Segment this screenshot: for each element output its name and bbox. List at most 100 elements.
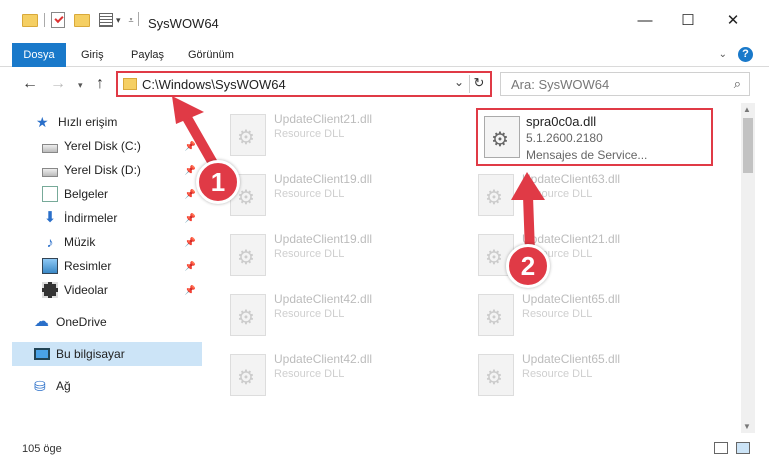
file-item[interactable]: UpdateClient19.dll Resource DLL [222,226,457,286]
search-icon[interactable]: ⌕ [734,76,741,92]
recent-locations-icon[interactable]: ▾ [78,80,83,91]
tab-view[interactable]: Görünüm [188,43,234,67]
properties-icon[interactable] [99,13,113,27]
file-name: UpdateClient42.dll [274,352,373,366]
sidebar-item-label: Videolar [64,283,108,297]
pin-icon[interactable]: 📌 [185,285,196,296]
file-item[interactable]: UpdateClient63.dll Resource DLL [470,166,705,226]
sidebar-item-pictures[interactable]: Resimler 📌 [0,254,202,278]
file-name: UpdateClient21.dll [522,232,621,246]
file-description: Resource DLL [274,248,345,260]
network-icon: ⛁ [34,378,46,394]
properties-check-icon[interactable] [51,12,65,28]
star-icon: ★ [36,114,49,130]
sidebar-item-label: Yerel Disk (C:) [64,139,141,153]
file-item[interactable]: UpdateClient65.dll Resource DLL [470,346,705,406]
pictures-icon [42,258,58,274]
tab-file[interactable]: Dosya [12,43,66,67]
scroll-up-icon[interactable]: ▲ [743,105,751,114]
video-icon [42,282,58,298]
forward-button[interactable]: → [50,75,66,93]
music-icon: ♪ [46,234,54,250]
address-bar[interactable]: C:\Windows\SysWOW64 ⌄ ↻ [116,71,492,97]
file-name: UpdateClient21.dll [274,112,373,126]
chevron-down-icon[interactable]: ⌄ [719,49,727,60]
vertical-scrollbar[interactable]: ▲ ▼ [741,103,755,433]
file-description: Resource DLL [522,368,593,380]
file-description: Resource DLL [274,368,345,380]
window-title: SysWOW64 [148,16,219,31]
chevron-down-icon[interactable]: ▾ [116,15,121,26]
file-name: UpdateClient19.dll [274,172,373,186]
pin-icon[interactable]: 📌 [185,165,196,176]
sidebar-item-label: Belgeler [64,187,109,201]
minimize-button[interactable]: — [630,10,660,30]
sidebar-item-label: Resimler [64,259,112,273]
separator [138,12,139,26]
dll-file-icon [484,116,520,158]
sidebar-item-documents[interactable]: Belgeler 📌 [0,182,202,206]
sidebar-item-quick-access[interactable]: ★ Hızlı erişim [0,110,202,134]
sidebar-item-label: OneDrive [56,315,107,329]
file-name: UpdateClient63.dll [522,172,621,186]
file-item[interactable]: UpdateClient65.dll Resource DLL [470,286,705,346]
file-name: UpdateClient65.dll [522,352,621,366]
tab-share[interactable]: Paylaş [131,43,164,67]
sidebar-item-music[interactable]: ♪ Müzik 📌 [0,230,202,254]
download-icon: ⬇ [43,209,57,226]
pin-icon[interactable]: 📌 [185,189,196,200]
sidebar-item-downloads[interactable]: ⬇ İndirmeler 📌 [0,206,202,230]
maximize-button[interactable]: ☐ [673,10,703,30]
highlighted-file-item[interactable]: spra0c0a.dll 5.1.2600.2180 Mensajes de S… [476,108,713,166]
sidebar-item-videos[interactable]: Videolar 📌 [0,278,202,302]
drive-icon [42,167,58,177]
file-description: Mensajes de Service... [526,148,648,162]
help-icon[interactable]: ? [738,47,753,62]
sidebar-item-onedrive[interactable]: ☁ OneDrive [0,310,202,334]
dll-file-icon [230,114,266,156]
address-path[interactable]: C:\Windows\SysWOW64 [142,77,286,92]
chevron-down-icon[interactable]: ⌄ [454,75,464,89]
sidebar-item-local-disk-d[interactable]: Yerel Disk (D:) 📌 [0,158,202,182]
large-icons-view-icon[interactable] [736,442,750,454]
folder-icon [22,13,38,27]
search-input[interactable]: Ara: SysWOW64 ⌕ [500,72,750,96]
step-2-badge: 2 [506,244,550,288]
pin-icon[interactable]: 📌 [185,141,196,152]
sidebar-item-network[interactable]: ⛁ Ağ [0,374,202,398]
new-folder-icon[interactable] [74,13,90,27]
dll-file-icon [478,354,514,396]
file-item[interactable]: UpdateClient21.dll Resource DLL [222,106,457,166]
document-icon [42,186,58,202]
scroll-down-icon[interactable]: ▼ [743,422,751,431]
pin-icon[interactable]: 📌 [185,213,196,224]
close-button[interactable]: ✕ [718,10,748,30]
file-item[interactable]: UpdateClient21.dll Resource DLL [470,226,705,286]
file-description: Resource DLL [274,188,345,200]
back-button[interactable]: ← [22,75,38,93]
tab-home[interactable]: Giriş [81,43,104,67]
ribbon-tabs: Dosya Giriş Paylaş Görünüm ⌄ ? [0,43,769,67]
pin-icon[interactable]: 📌 [185,261,196,272]
pin-icon[interactable]: 📌 [185,237,196,248]
scrollbar-thumb[interactable] [743,118,753,173]
quick-access-toolbar: ▾ ⩡ [22,12,134,28]
title-bar: ▾ ⩡ SysWOW64 — ☐ ✕ [0,0,769,40]
file-item[interactable]: UpdateClient19.dll Resource DLL [222,166,457,226]
file-description: Resource DLL [274,308,345,320]
dll-file-icon [478,174,514,216]
refresh-button[interactable]: ↻ [469,75,488,93]
status-bar: 105 öge [0,438,769,471]
file-item[interactable]: UpdateClient42.dll Resource DLL [222,286,457,346]
cloud-icon: ☁ [34,313,49,330]
up-button[interactable]: ↑ [96,75,104,93]
file-description: Resource DLL [522,188,593,200]
customize-toolbar-icon[interactable]: ⩡ [129,15,134,26]
details-view-icon[interactable] [714,442,728,454]
item-count: 105 öge [22,443,62,455]
file-item[interactable]: UpdateClient42.dll Resource DLL [222,346,457,406]
step-1-badge: 1 [196,160,240,204]
file-name: UpdateClient65.dll [522,292,621,306]
sidebar-item-local-disk-c[interactable]: Yerel Disk (C:) 📌 [0,134,202,158]
sidebar-item-this-pc[interactable]: Bu bilgisayar [12,342,202,366]
